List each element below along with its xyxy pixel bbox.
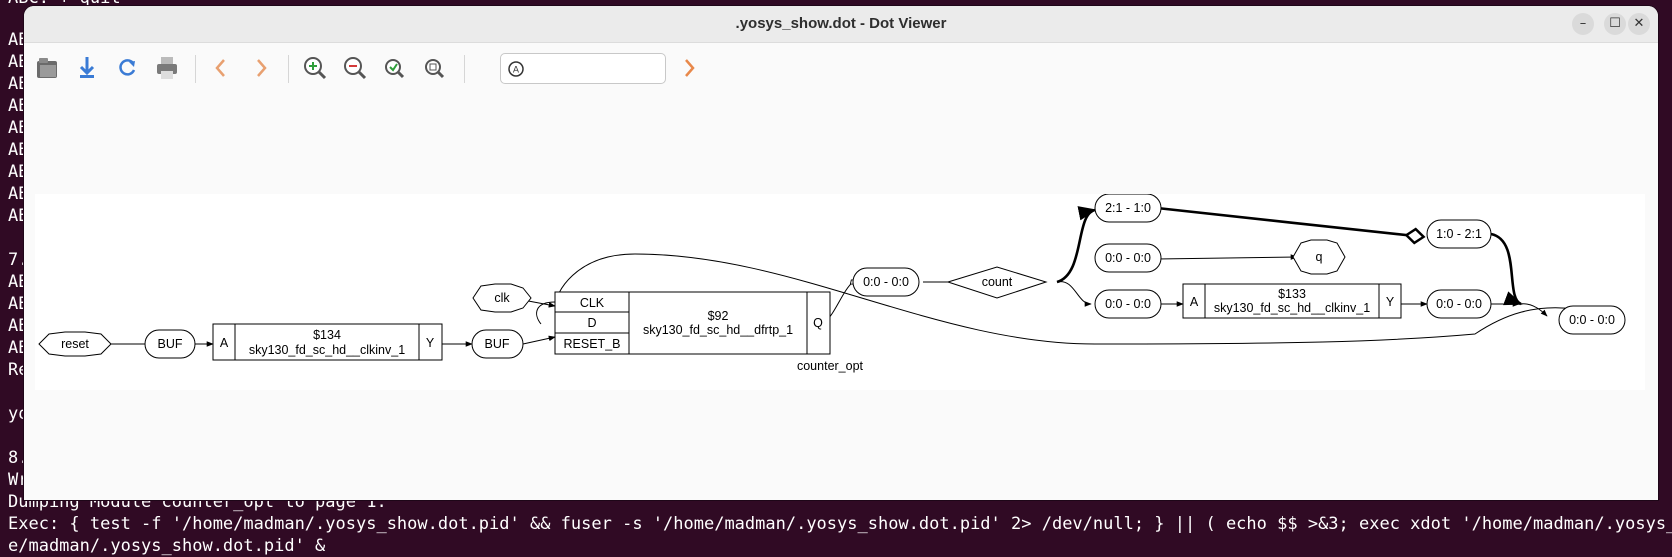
graph-canvas[interactable]: reset BUF A $134 sky130_fd_sc_hd__clkinv… [35, 194, 1645, 390]
slice-label: 0:0 - 0:0 [1569, 313, 1615, 327]
terminal-line-exec-cont: e/madman/.yosys_show.dot.pid' & [8, 536, 326, 556]
maximize-button[interactable]: ☐ [1604, 13, 1626, 35]
cell-133-type: sky130_fd_sc_hd__clkinv_1 [1214, 301, 1370, 315]
cell-92-type: sky130_fd_sc_hd__dfrtp_1 [643, 323, 793, 337]
toolbar: A [24, 43, 1658, 93]
toolbar-separator [195, 55, 196, 83]
node-buf2-label: BUF [485, 337, 510, 351]
module-label: counter_opt [797, 359, 864, 373]
cell-134-out: Y [426, 336, 435, 350]
cell-134-in: A [220, 336, 229, 350]
node-slice-inv-out[interactable]: 0:0 - 0:0 [1426, 289, 1492, 319]
node-buf1[interactable]: BUF [144, 329, 196, 359]
cell-92-q: Q [813, 316, 823, 330]
cell-92-id: $92 [708, 309, 729, 323]
search-icon: A [508, 61, 524, 77]
node-cell-92[interactable]: CLK D RESET_B $92 sky130_fd_sc_hd__dfrtp… [554, 291, 831, 355]
slice-label: 1:0 - 2:1 [1436, 227, 1482, 241]
node-slice-q-out[interactable]: 0:0 - 0:0 [852, 267, 920, 297]
node-q-label: q [1316, 250, 1323, 264]
export-icon[interactable] [72, 53, 102, 83]
zoom-in-icon[interactable] [300, 53, 330, 83]
find-next-icon[interactable] [674, 53, 704, 83]
svg-text:A: A [513, 66, 520, 76]
zoom-fit-icon[interactable] [380, 53, 410, 83]
open-icon[interactable] [32, 53, 62, 83]
back-icon[interactable] [206, 53, 236, 83]
node-slice-merge[interactable]: 0:0 - 0:0 [1558, 305, 1626, 335]
node-cell-133[interactable]: A $133 sky130_fd_sc_hd__clkinv_1 Y [1182, 283, 1402, 319]
window-title: .yosys_show.dot - Dot Viewer [735, 15, 947, 32]
node-clk-label: clk [494, 291, 510, 305]
forward-icon[interactable] [246, 53, 276, 83]
slice-label: 0:0 - 0:0 [1105, 251, 1151, 265]
cell-133-id: $133 [1278, 287, 1306, 301]
slice-label: 0:0 - 0:0 [863, 275, 909, 289]
cell-133-in: A [1190, 295, 1199, 309]
toolbar-separator [464, 55, 465, 83]
slice-label: 0:0 - 0:0 [1436, 297, 1482, 311]
terminal-line-exec: Exec: { test -f '/home/madman/.yosys_sho… [8, 514, 1672, 534]
slice-label: 0:0 - 0:0 [1105, 297, 1151, 311]
toolbar-separator [288, 55, 289, 83]
cell-92-reset: RESET_B [564, 337, 621, 351]
dot-viewer-window: .yosys_show.dot - Dot Viewer – ☐ ✕ A res… [24, 6, 1658, 500]
node-slice-bot[interactable]: 0:0 - 0:0 [1094, 289, 1162, 319]
slice-label: 2:1 - 1:0 [1105, 201, 1151, 215]
node-slice-top[interactable]: 2:1 - 1:0 [1094, 194, 1162, 223]
cell-133-out: Y [1386, 295, 1395, 309]
print-icon[interactable] [152, 53, 182, 83]
minimize-button[interactable]: – [1572, 13, 1594, 35]
cell-134-id: $134 [313, 328, 341, 342]
cell-92-clk: CLK [580, 296, 605, 310]
node-clk[interactable]: clk [472, 283, 532, 313]
node-reset-label: reset [61, 337, 89, 351]
zoom-100-icon[interactable] [420, 53, 450, 83]
title-bar[interactable]: .yosys_show.dot - Dot Viewer – ☐ ✕ [24, 6, 1658, 43]
cell-92-d: D [587, 316, 596, 330]
node-reset[interactable]: reset [38, 331, 112, 357]
netlist-graph: reset BUF A $134 sky130_fd_sc_hd__clkinv… [38, 194, 1626, 373]
node-cell-134[interactable]: A $134 sky130_fd_sc_hd__clkinv_1 Y [212, 323, 443, 361]
search-field[interactable]: A [500, 53, 666, 84]
node-slice-mid[interactable]: 0:0 - 0:0 [1094, 243, 1162, 273]
node-count-label: count [982, 275, 1013, 289]
zoom-out-icon[interactable] [340, 53, 370, 83]
close-button[interactable]: ✕ [1628, 13, 1650, 35]
node-q[interactable]: q [1292, 239, 1346, 275]
cell-134-type: sky130_fd_sc_hd__clkinv_1 [249, 343, 405, 357]
search-input[interactable] [531, 58, 663, 82]
node-buf2[interactable]: BUF [471, 329, 524, 359]
reload-icon[interactable] [112, 53, 142, 83]
node-buf1-label: BUF [158, 337, 183, 351]
node-count[interactable]: count [946, 266, 1048, 299]
node-slice-right[interactable]: 1:0 - 2:1 [1426, 219, 1492, 249]
